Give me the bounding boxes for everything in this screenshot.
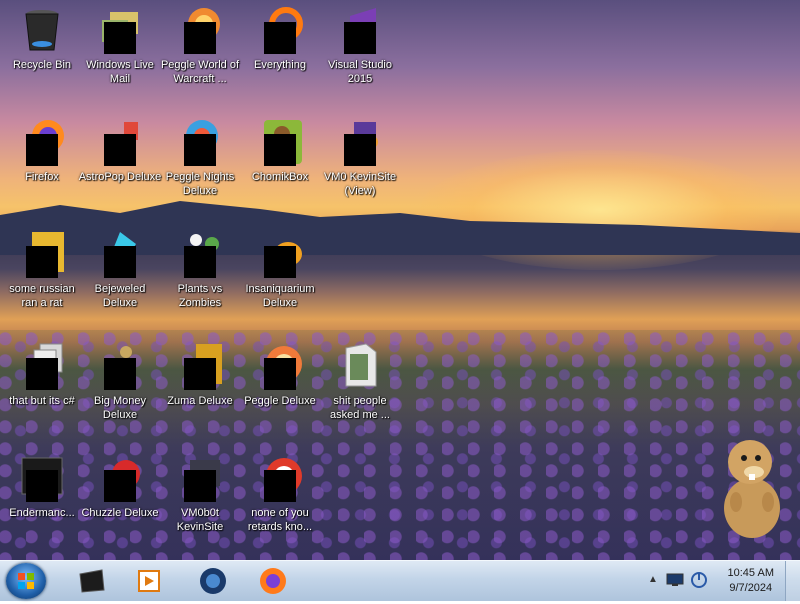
icon-label: VM0 KevinSite (View) [323, 171, 397, 197]
icon-label: Zuma Deluxe [167, 395, 233, 407]
peggle-wow-icon [176, 6, 224, 54]
firefox-icon [18, 118, 66, 166]
icon-label: Peggle World of Warcraft ... [160, 59, 240, 85]
desktop-icon[interactable]: AstroPop Deluxe [78, 118, 162, 184]
icon-label: Visual Studio 2015 [327, 59, 392, 85]
clock-date: 9/7/2024 [729, 582, 773, 594]
russian-rat-icon [18, 230, 66, 278]
action-center-icon[interactable] [690, 571, 708, 589]
media-player-icon [138, 570, 160, 592]
icon-label: AstroPop Deluxe [78, 171, 162, 183]
astropop-icon [96, 118, 144, 166]
windows-orb-icon [18, 573, 34, 589]
big-money-icon [96, 342, 144, 390]
desktop-icon[interactable]: Visual Studio 2015 [318, 6, 402, 86]
endermanch-icon [18, 454, 66, 502]
everything-icon [256, 6, 304, 54]
icon-label: ChomikBox [251, 171, 309, 183]
desktop-icon[interactable]: Endermanc... [0, 454, 84, 520]
terminal-app-icon [79, 569, 105, 593]
icon-label: Bejeweled Deluxe [94, 283, 146, 309]
desktop-icon[interactable]: Peggle Deluxe [238, 342, 322, 408]
zuma-icon [176, 342, 224, 390]
desktop-icon[interactable]: Recycle Bin [0, 6, 84, 72]
desktop-icon[interactable]: Everything [238, 6, 322, 72]
recycle-bin-icon [18, 6, 66, 54]
desktop-icon[interactable]: Zuma Deluxe [158, 342, 242, 408]
desktop-icon[interactable]: Firefox [0, 118, 84, 184]
clock[interactable]: 10:45 AM 9/7/2024 [728, 566, 774, 596]
peggle-nights-icon [176, 118, 224, 166]
none-of-you-icon [256, 454, 304, 502]
network-icon[interactable] [666, 573, 684, 587]
desktop-icon[interactable]: Bejeweled Deluxe [78, 230, 162, 310]
desktop-icon[interactable]: shit people asked me ... [318, 342, 402, 422]
desktop-icon[interactable]: Chuzzle Deluxe [78, 454, 162, 520]
icon-label: Peggle Nights Deluxe [165, 171, 235, 197]
visual-studio-icon [336, 6, 384, 54]
icon-label: Peggle Deluxe [244, 395, 316, 407]
firefox-taskbar-icon [260, 568, 286, 594]
vm0-kevinsite-icon [336, 118, 384, 166]
icon-label: that but its c# [9, 395, 75, 407]
desktop-icon[interactable]: Big Money Deluxe [78, 342, 162, 422]
icon-label: Chuzzle Deluxe [81, 507, 159, 519]
icon-label: Endermanc... [9, 507, 75, 519]
windows-live-mail-icon [96, 6, 144, 54]
plants-vs-zombies-icon [176, 230, 224, 278]
taskbar-button[interactable] [128, 564, 170, 598]
desktop-icon[interactable]: Plants vs Zombies [158, 230, 242, 310]
bejeweled-icon [96, 230, 144, 278]
desktop-icon[interactable]: some russian ran a rat [0, 230, 84, 310]
icon-label: Everything [254, 59, 306, 71]
taskbar-button[interactable] [70, 564, 112, 598]
gopher-mascot [724, 440, 780, 538]
that-but-csharp-icon [18, 342, 66, 390]
start-button[interactable] [6, 563, 46, 599]
peggle-deluxe-icon [256, 342, 304, 390]
icon-label: shit people asked me ... [330, 395, 390, 421]
icon-label: Plants vs Zombies [177, 283, 223, 309]
desktop-icon[interactable]: Peggle Nights Deluxe [158, 118, 242, 198]
desktop-wallpaper: Recycle Bin Windows Live Mail Peggle Wor… [0, 0, 800, 560]
icon-label: VM0b0t KevinSite [176, 507, 224, 533]
taskbar-button[interactable] [192, 564, 234, 598]
show-desktop-button[interactable] [785, 561, 800, 601]
system-tray: ▲ 10:45 AM 9/7/2024 [640, 561, 800, 601]
taskbar: ▲ 10:45 AM 9/7/2024 [0, 560, 800, 601]
chomikbox-icon [256, 118, 304, 166]
taskbar-button[interactable] [252, 564, 294, 598]
desktop-icon[interactable]: VM0b0t KevinSite [158, 454, 242, 534]
clock-time: 10:45 AM [727, 567, 774, 579]
desktop-icon[interactable]: Peggle World of Warcraft ... [158, 6, 242, 86]
icon-label: Firefox [25, 171, 59, 183]
icon-label: Insaniquarium Deluxe [245, 283, 315, 309]
vm0b0t-kevinsite-icon [176, 454, 224, 502]
show-hidden-icons-icon[interactable]: ▲ [648, 574, 658, 585]
desktop-icon[interactable]: none of you retards kno... [238, 454, 322, 534]
folder-icon [336, 342, 384, 390]
desktop-icon[interactable]: that but its c# [0, 342, 84, 408]
desktop-icon[interactable]: ChomikBox [238, 118, 322, 184]
chuzzle-icon [96, 454, 144, 502]
desktop-icon[interactable]: VM0 KevinSite (View) [318, 118, 402, 198]
icon-label: Windows Live Mail [86, 59, 154, 85]
icon-label: none of you retards kno... [247, 507, 313, 533]
icon-label: some russian ran a rat [9, 283, 75, 309]
icon-label: Big Money Deluxe [94, 395, 146, 421]
globe-app-icon [200, 568, 226, 594]
desktop-icon[interactable]: Windows Live Mail [78, 6, 162, 86]
desktop-icon[interactable]: Insaniquarium Deluxe [238, 230, 322, 310]
insaniquarium-icon [256, 230, 304, 278]
icon-label: Recycle Bin [12, 59, 72, 71]
